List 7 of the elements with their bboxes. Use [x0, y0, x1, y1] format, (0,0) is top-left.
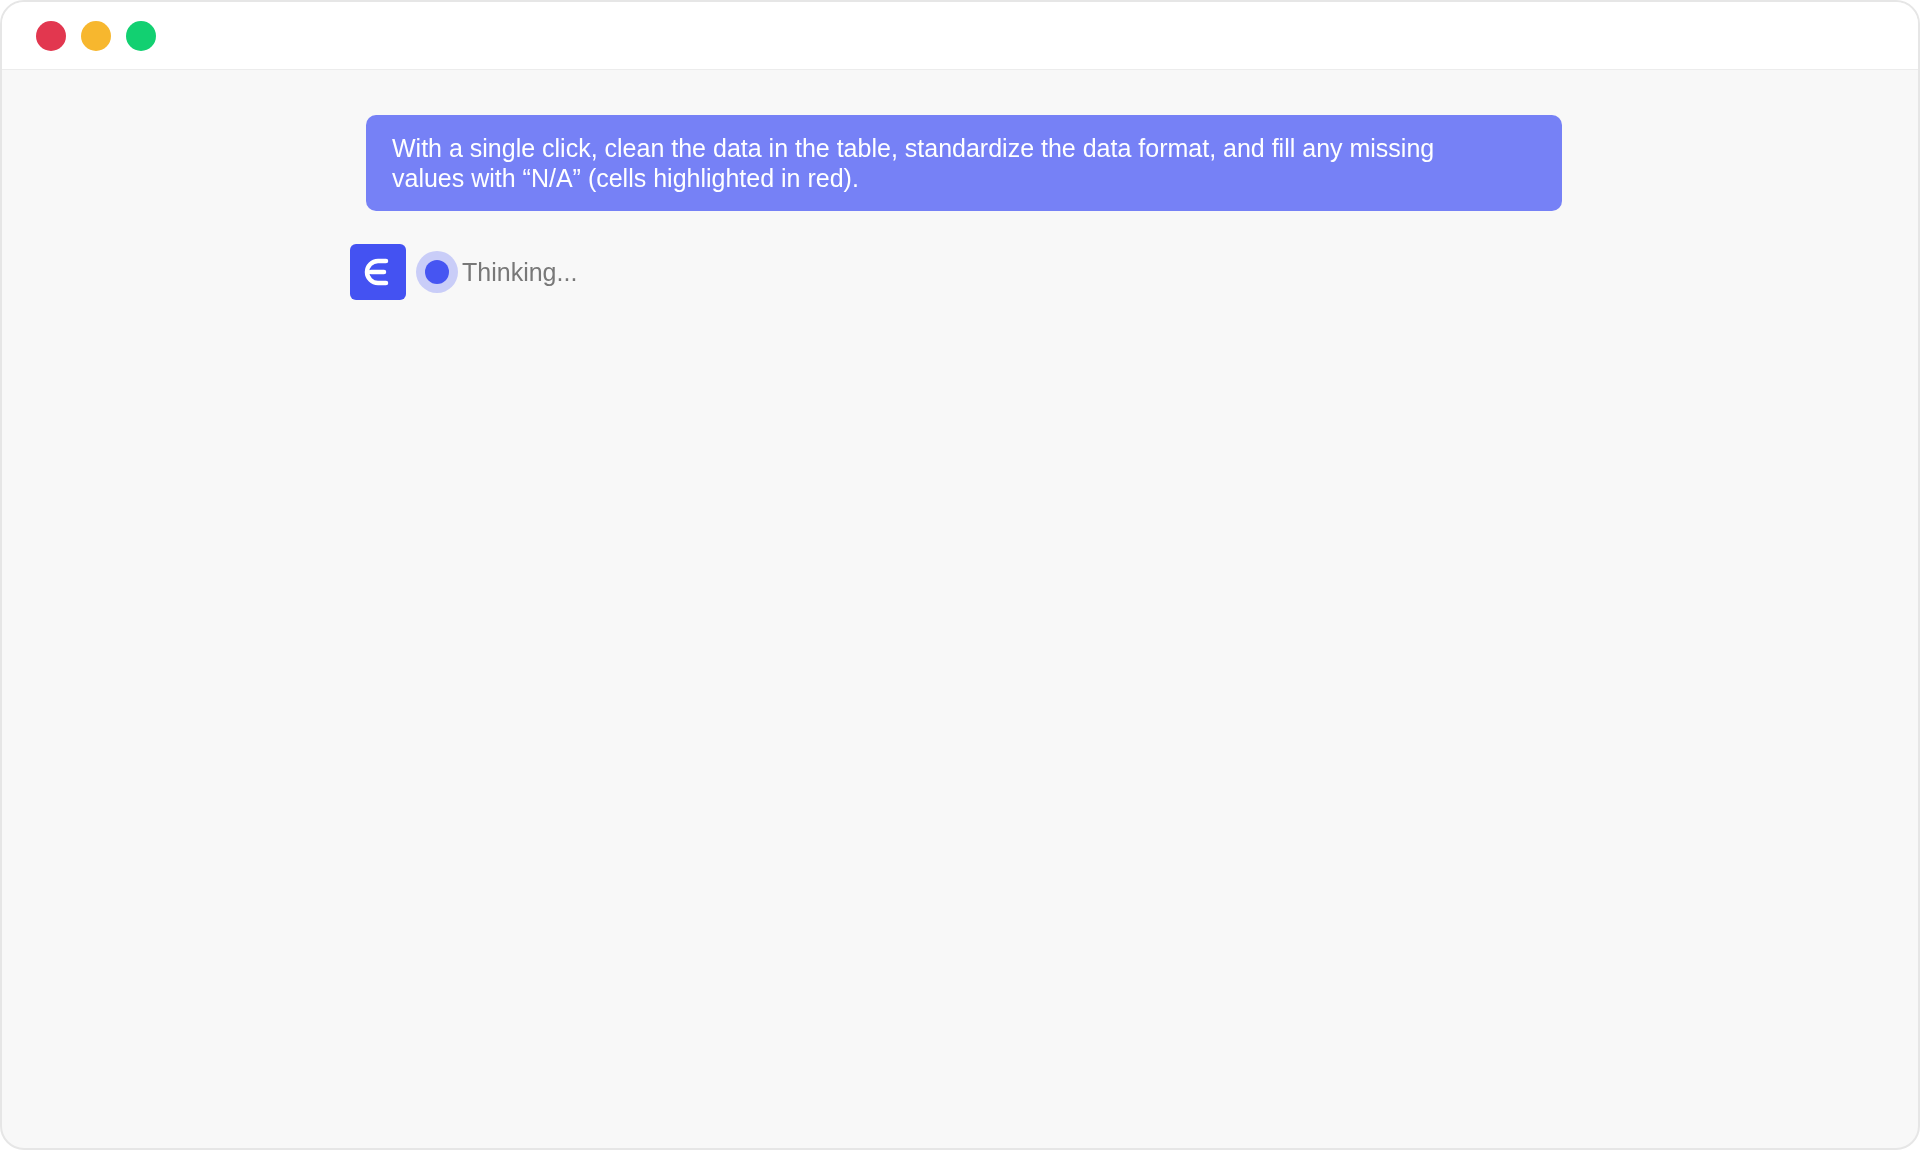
user-message-text: With a single click, clean the data in the table, standardize the data format, and fill any missing values with “N/A” (cells highlighted in red).: [392, 133, 1436, 193]
window-close-button[interactable]: [36, 20, 66, 51]
window-minimize-button[interactable]: [81, 20, 111, 51]
window-maximize-button[interactable]: [126, 20, 156, 51]
loading-indicator-icon: [416, 251, 458, 293]
thinking-status-text: Thinking...: [462, 257, 578, 287]
app-logo-icon: [350, 244, 406, 300]
